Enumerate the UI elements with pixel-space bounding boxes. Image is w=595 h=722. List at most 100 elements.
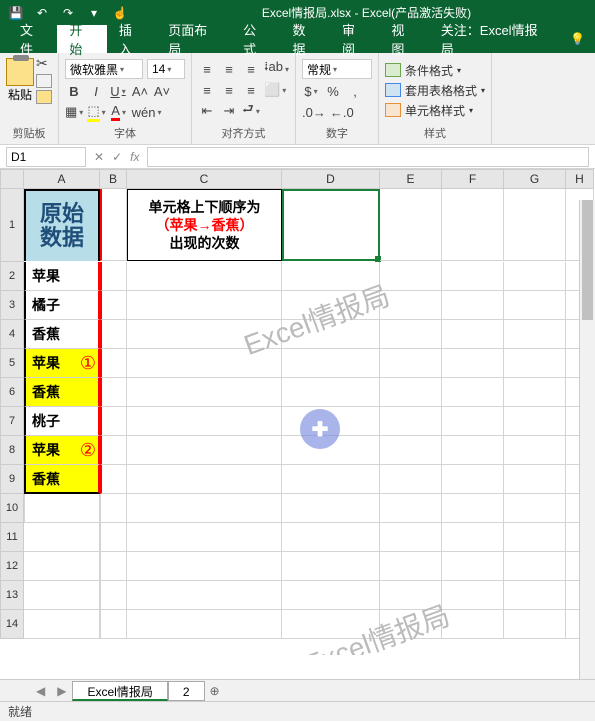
- align-top-icon[interactable]: ≡: [198, 60, 216, 78]
- cell-A8[interactable]: 苹果②: [24, 436, 100, 465]
- cell-C8[interactable]: [127, 436, 282, 465]
- cell-F8[interactable]: [442, 436, 504, 465]
- font-size-select[interactable]: 14: [147, 59, 185, 79]
- cell-C12[interactable]: [127, 552, 282, 581]
- cell-F1[interactable]: [442, 189, 504, 261]
- formula-bar[interactable]: [147, 147, 589, 167]
- cell-F3[interactable]: [442, 291, 504, 320]
- cell-E12[interactable]: [380, 552, 442, 581]
- cell-G10[interactable]: [504, 494, 566, 523]
- sheet-tab-2[interactable]: 2: [168, 681, 205, 701]
- number-format-select[interactable]: 常规: [302, 59, 372, 79]
- decrease-indent-icon[interactable]: ⇤: [198, 102, 216, 120]
- wrap-text-button[interactable]: ⮐: [242, 102, 260, 120]
- tab-file[interactable]: 文件: [8, 25, 57, 53]
- col-header-H[interactable]: H: [566, 169, 594, 189]
- copy-icon[interactable]: [36, 74, 52, 88]
- cell-E10[interactable]: [380, 494, 442, 523]
- cell-D1-selected[interactable]: [282, 189, 380, 261]
- cell-D12[interactable]: [282, 552, 380, 581]
- cell-G8[interactable]: [504, 436, 566, 465]
- tab-home[interactable]: 开始: [57, 25, 106, 53]
- undo-icon[interactable]: ↶: [34, 5, 50, 21]
- orientation-icon[interactable]: ⭭ab: [264, 60, 289, 78]
- row-header-14[interactable]: 14: [0, 610, 24, 639]
- comma-format-icon[interactable]: ,: [346, 82, 364, 100]
- fill-color-button[interactable]: ⬚: [87, 103, 105, 121]
- cell-D3[interactable]: [282, 291, 380, 320]
- align-right-icon[interactable]: ≡: [242, 81, 260, 99]
- font-name-select[interactable]: 微软雅黑: [65, 59, 143, 79]
- col-header-A[interactable]: A: [24, 169, 100, 189]
- cell-B12[interactable]: [100, 552, 127, 581]
- touch-mode-icon[interactable]: ☝: [112, 5, 128, 21]
- underline-button[interactable]: U: [109, 82, 127, 100]
- cell-E6[interactable]: [380, 378, 442, 407]
- cell-E5[interactable]: [380, 349, 442, 378]
- cell-C13[interactable]: [127, 581, 282, 610]
- accounting-format-icon[interactable]: $: [302, 82, 320, 100]
- cell-E4[interactable]: [380, 320, 442, 349]
- cell-E1[interactable]: [380, 189, 442, 261]
- cell-C5[interactable]: [127, 349, 282, 378]
- fx-icon[interactable]: fx: [130, 150, 139, 164]
- align-bottom-icon[interactable]: ≡: [242, 60, 260, 78]
- cell-F13[interactable]: [442, 581, 504, 610]
- cut-icon[interactable]: ✂: [36, 55, 52, 72]
- cell-B13[interactable]: [100, 581, 127, 610]
- cell-F14[interactable]: [442, 610, 504, 639]
- cell-C7[interactable]: [127, 407, 282, 436]
- cell-D13[interactable]: [282, 581, 380, 610]
- cell-G4[interactable]: [504, 320, 566, 349]
- cell-B8[interactable]: [100, 436, 127, 465]
- col-header-E[interactable]: E: [380, 169, 442, 189]
- cell-B9[interactable]: [100, 465, 127, 494]
- format-painter-icon[interactable]: [36, 90, 52, 104]
- cell-G14[interactable]: [504, 610, 566, 639]
- cell-F6[interactable]: [442, 378, 504, 407]
- cell-A7[interactable]: 桃子: [24, 407, 100, 436]
- cell-G5[interactable]: [504, 349, 566, 378]
- increase-indent-icon[interactable]: ⇥: [220, 102, 238, 120]
- cell-A10[interactable]: [24, 494, 100, 523]
- tab-review[interactable]: 审阅: [330, 25, 379, 53]
- cell-C14[interactable]: [127, 610, 282, 639]
- row-header-2[interactable]: 2: [0, 262, 24, 291]
- sheet-nav-next-icon[interactable]: ▶: [51, 684, 72, 698]
- cell-G2[interactable]: [504, 262, 566, 291]
- cell-G9[interactable]: [504, 465, 566, 494]
- cell-F12[interactable]: [442, 552, 504, 581]
- cell-B10[interactable]: [100, 494, 127, 523]
- decrease-font-icon[interactable]: A˅: [153, 82, 171, 100]
- cell-G6[interactable]: [504, 378, 566, 407]
- tab-data[interactable]: 数据: [281, 25, 330, 53]
- cell-C1[interactable]: 单元格上下顺序为（苹果→香蕉）出现的次数: [127, 189, 282, 261]
- cell-B1[interactable]: [100, 189, 127, 261]
- cell-A3[interactable]: 橘子: [24, 291, 100, 320]
- worksheet-grid[interactable]: A B C D E F G H 1 原始数据 单元格上下顺序为（苹果→香蕉）出现…: [0, 169, 595, 655]
- tell-me-icon[interactable]: 💡: [560, 25, 595, 53]
- qat-customize-icon[interactable]: ▾: [86, 5, 102, 21]
- font-color-button[interactable]: A: [110, 103, 128, 121]
- tab-follow[interactable]: 关注：Excel情报局: [429, 25, 560, 53]
- cell-D6[interactable]: [282, 378, 380, 407]
- cell-G11[interactable]: [504, 523, 566, 552]
- sheet-tab-1[interactable]: Excel情报局: [72, 681, 167, 701]
- percent-format-icon[interactable]: %: [324, 82, 342, 100]
- row-header-7[interactable]: 7: [0, 407, 24, 436]
- tab-insert[interactable]: 插入: [107, 25, 156, 53]
- tab-layout[interactable]: 页面布局: [156, 25, 231, 53]
- sheet-nav-prev-icon[interactable]: ◀: [30, 684, 51, 698]
- cell-B11[interactable]: [100, 523, 127, 552]
- cell-A5[interactable]: 苹果①: [24, 349, 100, 378]
- cell-E13[interactable]: [380, 581, 442, 610]
- save-icon[interactable]: 💾: [8, 5, 24, 21]
- cell-A6[interactable]: 香蕉: [24, 378, 100, 407]
- cell-A14[interactable]: [24, 610, 100, 639]
- cell-E14[interactable]: [380, 610, 442, 639]
- cell-A11[interactable]: [24, 523, 100, 552]
- cell-F7[interactable]: [442, 407, 504, 436]
- select-all-corner[interactable]: [0, 169, 24, 189]
- cell-C9[interactable]: [127, 465, 282, 494]
- cell-G12[interactable]: [504, 552, 566, 581]
